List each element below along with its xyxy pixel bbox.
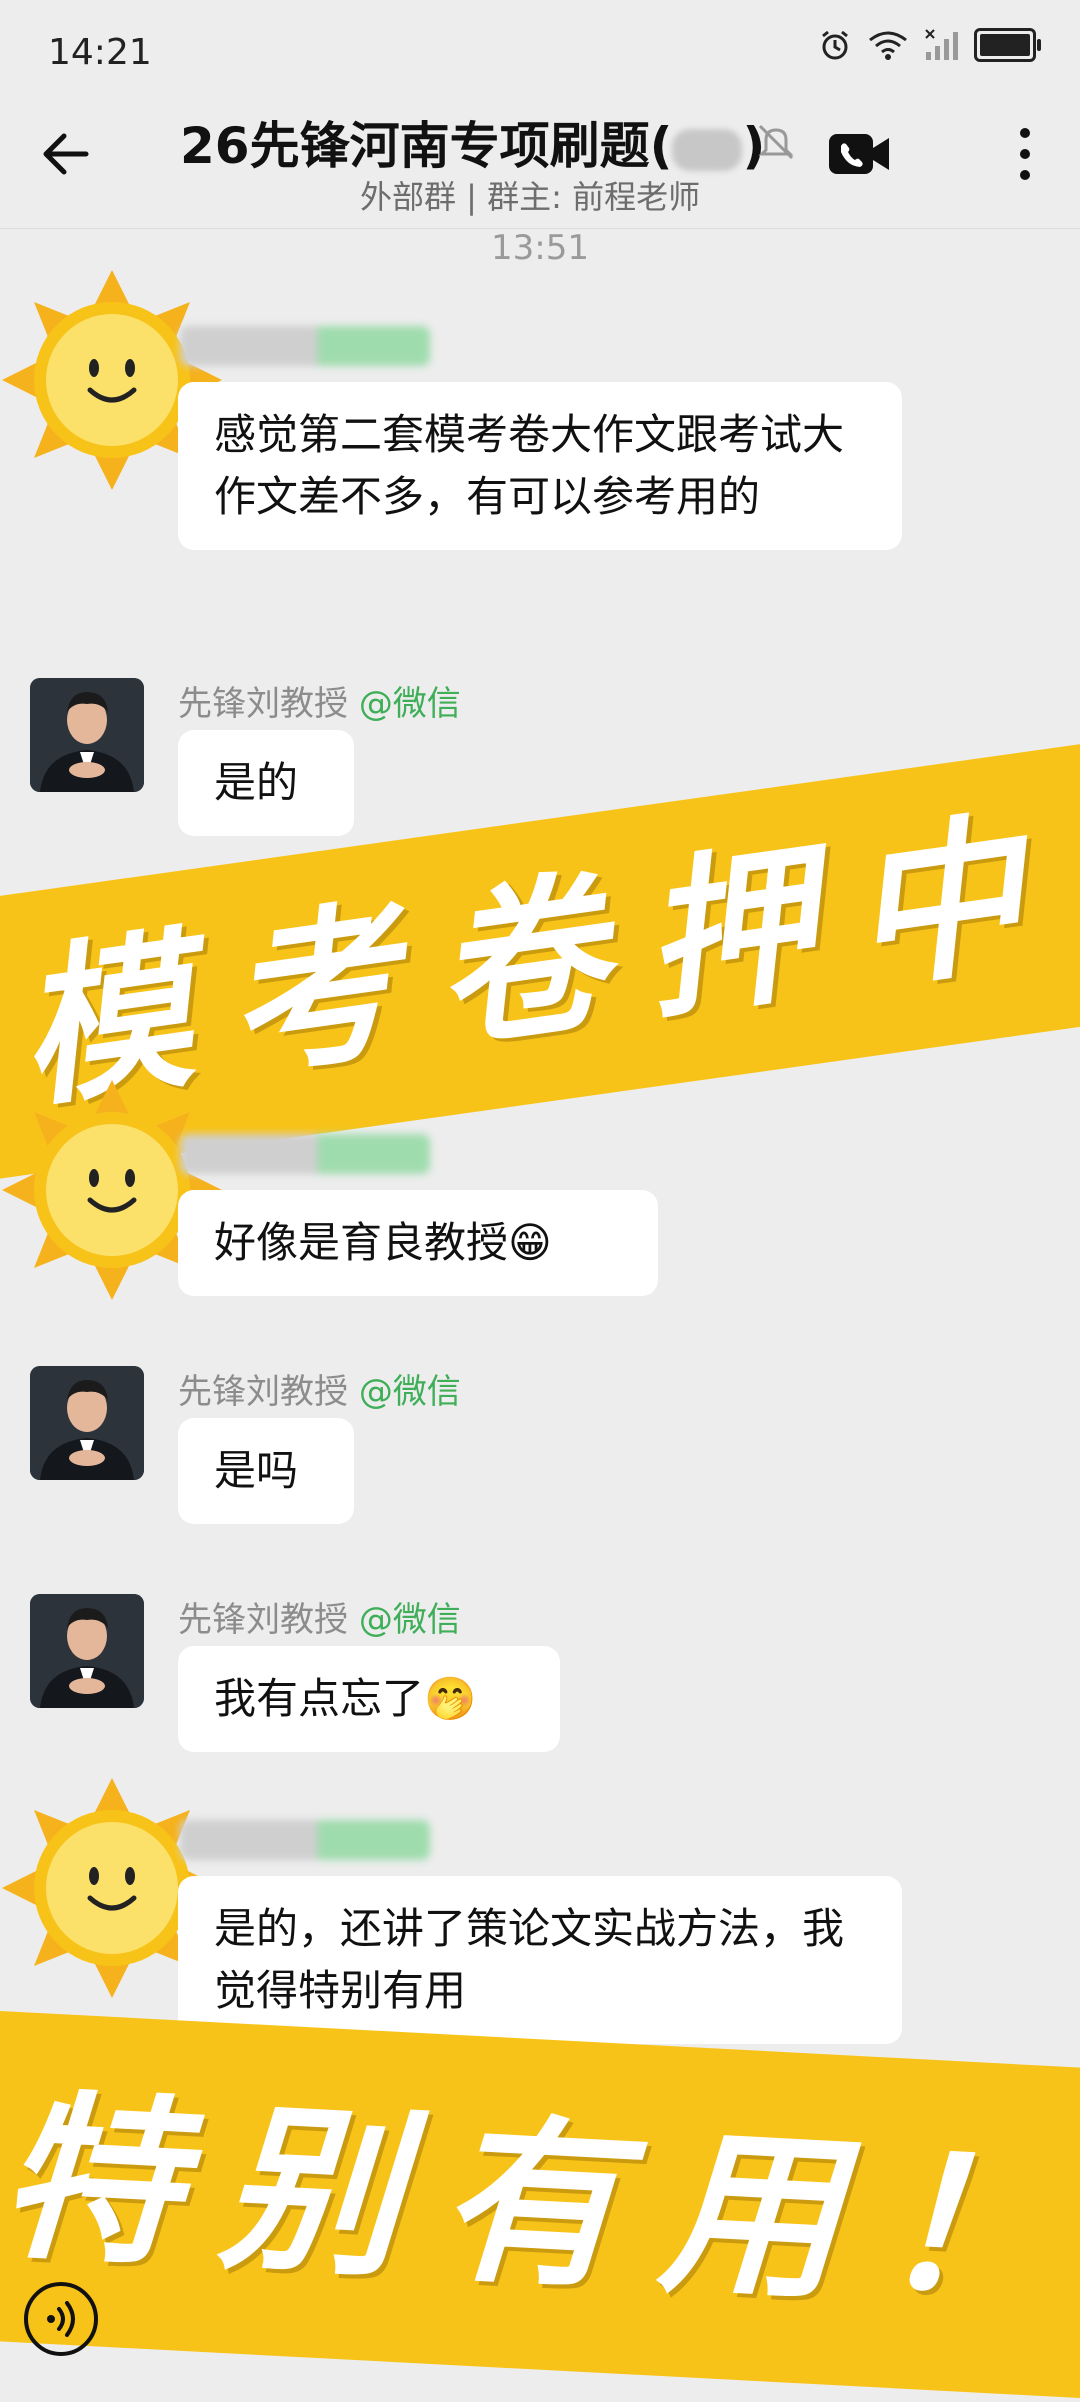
wechat-tag: @微信 [358,1372,461,1412]
voice-icon [47,2301,75,2337]
more-dot [1020,149,1030,159]
status-time: 14:21 [48,32,152,73]
message-bubble[interactable]: 是吗 [178,1418,354,1524]
chat-header: 26先锋河南专项刷题() 外部群 | 群主: 前程老师 [0,100,1080,229]
status-bar: 14:21 [0,0,1080,100]
sender-name-text: 先锋刘教授 [178,684,348,724]
sender-name-text: 先锋刘教授 [178,1372,348,1412]
professor-avatar[interactable] [30,1366,144,1480]
title-redacted [672,128,743,171]
message-bubble[interactable]: 我有点忘了🤭 [178,1646,560,1752]
more-button[interactable] [1010,122,1040,186]
wifi-icon [869,31,907,60]
professor-photo [30,1594,144,1708]
chat-title-text: 26先锋河南专项刷题( [180,117,673,175]
sender-name-redacted [180,326,430,366]
mute-icon [758,124,794,160]
sender-name-redacted [180,1820,430,1860]
chat-title[interactable]: 26先锋河南专项刷题() [180,106,765,178]
back-button[interactable] [30,118,102,190]
message-bubble[interactable]: 好像是育良教授😁 [178,1190,658,1296]
video-call-icon [829,134,889,174]
professor-photo [30,678,144,792]
wechat-tag: @微信 [358,684,461,724]
wechat-tag: @微信 [358,1600,461,1640]
sender-name: 先锋刘教授 @微信 [178,676,461,725]
alarm-icon [822,30,848,60]
status-icons [818,28,1041,62]
video-call-button[interactable] [824,124,896,184]
sender-name: 先锋刘教授 @微信 [178,1592,461,1641]
more-dot [1020,170,1030,180]
professor-photo [30,1366,144,1480]
back-arrow-icon [43,133,89,175]
professor-avatar[interactable] [30,1594,144,1708]
message-bubble[interactable]: 感觉第二套模考卷大作文跟考试大作文差不多，有可以参考用的 [178,382,902,550]
message-timestamp: 13:51 [491,228,589,268]
voice-input-button[interactable] [24,2282,98,2356]
chat-subtitle: 外部群 | 群主: 前程老师 [360,178,701,216]
more-dot [1020,128,1030,138]
signal-icon [925,29,958,60]
sender-name-text: 先锋刘教授 [178,1600,348,1640]
message-bubble[interactable]: 是的 [178,730,354,836]
message-bubble[interactable]: 是的，还讲了策论文实战方法，我觉得特别有用 [178,1876,902,2044]
battery-icon [974,28,1041,62]
sender-name: 先锋刘教授 @微信 [178,1364,461,1413]
sender-name-redacted [180,1134,430,1174]
professor-avatar[interactable] [30,678,144,792]
